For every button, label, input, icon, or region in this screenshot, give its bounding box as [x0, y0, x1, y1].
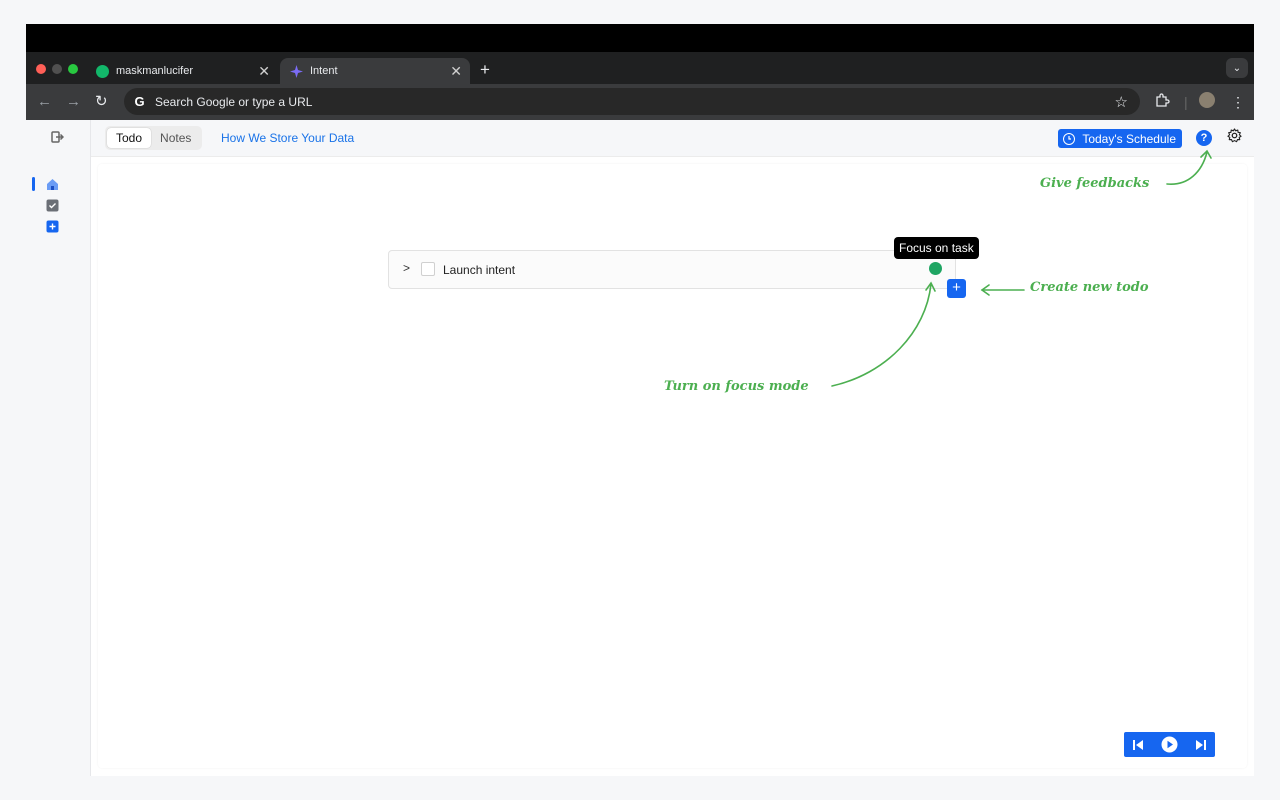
annotation-arrows — [831, 149, 1212, 387]
browser-window: maskmanlucifer ✕ Intent ✕ + ⌄ ← → ↻ G Se… — [26, 24, 1254, 776]
media-player-controls — [1124, 732, 1215, 757]
previous-icon[interactable] — [1132, 739, 1144, 751]
next-icon[interactable] — [1195, 739, 1207, 751]
play-icon[interactable] — [1161, 736, 1178, 753]
